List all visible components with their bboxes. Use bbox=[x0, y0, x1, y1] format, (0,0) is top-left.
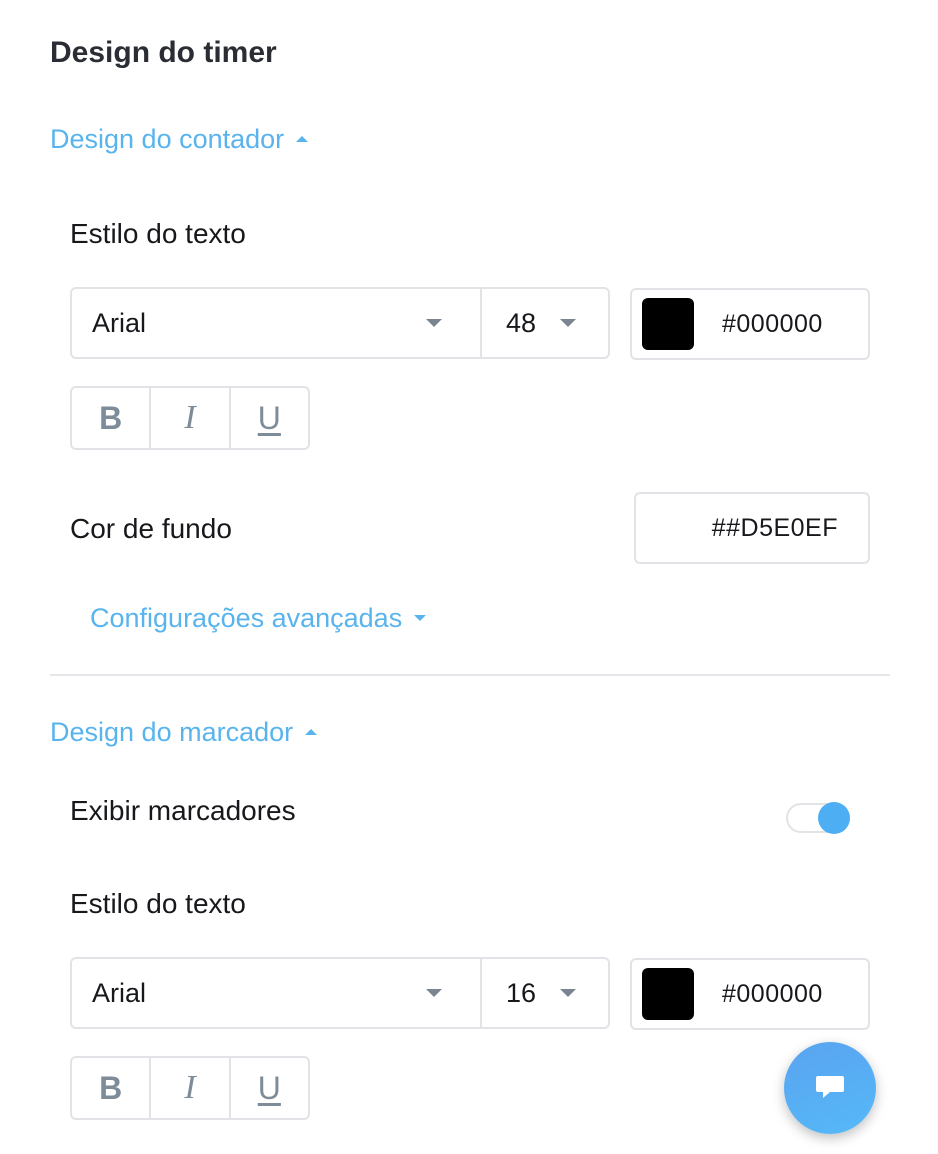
counter-design-label: Design do contador bbox=[50, 124, 285, 154]
marker-color-hex: #000000 bbox=[722, 979, 823, 1008]
italic-button[interactable]: I bbox=[149, 388, 228, 448]
marker-color-swatch bbox=[642, 968, 694, 1020]
chevron-down-icon bbox=[426, 989, 442, 997]
advanced-settings-label: Configurações avançadas bbox=[90, 603, 403, 633]
caret-up-icon bbox=[305, 729, 318, 735]
background-color-hex: ##D5E0EF bbox=[711, 513, 838, 542]
marker-font-size-select[interactable]: 16 bbox=[482, 959, 608, 1027]
marker-text-color-picker[interactable]: #000000 bbox=[630, 958, 870, 1030]
marker-font-size-value: 16 bbox=[506, 977, 537, 1008]
bold-button[interactable]: B bbox=[72, 1058, 149, 1118]
marker-font-value: Arial bbox=[92, 977, 147, 1008]
marker-text-style-label: Estilo do texto bbox=[70, 888, 246, 919]
counter-font-value: Arial bbox=[92, 307, 147, 338]
counter-color-hex: #000000 bbox=[722, 309, 823, 338]
chevron-down-icon bbox=[560, 319, 576, 327]
marker-design-toggle[interactable]: Design do marcador bbox=[50, 715, 318, 749]
chat-button[interactable] bbox=[784, 1042, 876, 1134]
marker-font-group: Arial 16 bbox=[70, 957, 610, 1029]
underline-button[interactable]: U bbox=[228, 388, 308, 448]
background-color-input[interactable]: ##D5E0EF bbox=[634, 492, 870, 564]
counter-font-select[interactable]: Arial bbox=[72, 289, 482, 357]
chevron-down-icon bbox=[560, 989, 576, 997]
counter-font-group: Arial 48 bbox=[70, 287, 610, 359]
caret-up-icon bbox=[296, 136, 309, 142]
chevron-down-icon bbox=[426, 319, 442, 327]
bold-button[interactable]: B bbox=[72, 388, 149, 448]
counter-font-size-select[interactable]: 48 bbox=[482, 289, 608, 357]
switch-knob bbox=[818, 802, 850, 834]
underline-button[interactable]: U bbox=[228, 1058, 308, 1118]
background-color-label: Cor de fundo bbox=[70, 513, 232, 544]
show-markers-switch[interactable] bbox=[786, 802, 850, 834]
chat-bubble-icon bbox=[816, 1076, 844, 1098]
marker-design-label: Design do marcador bbox=[50, 717, 294, 747]
counter-style-buttons: B I U bbox=[70, 386, 310, 450]
counter-text-style-label: Estilo do texto bbox=[70, 218, 246, 249]
caret-down-icon bbox=[414, 615, 427, 621]
italic-button[interactable]: I bbox=[149, 1058, 228, 1118]
marker-font-select[interactable]: Arial bbox=[72, 959, 482, 1027]
page-title: Design do timer bbox=[50, 36, 277, 69]
counter-font-size-value: 48 bbox=[506, 307, 537, 338]
counter-text-color-picker[interactable]: #000000 bbox=[630, 288, 870, 360]
show-markers-label: Exibir marcadores bbox=[70, 795, 296, 826]
section-divider bbox=[50, 674, 890, 676]
marker-style-buttons: B I U bbox=[70, 1056, 310, 1120]
advanced-settings-toggle[interactable]: Configurações avançadas bbox=[90, 601, 427, 635]
counter-design-toggle[interactable]: Design do contador bbox=[50, 122, 309, 156]
counter-color-swatch bbox=[642, 298, 694, 350]
